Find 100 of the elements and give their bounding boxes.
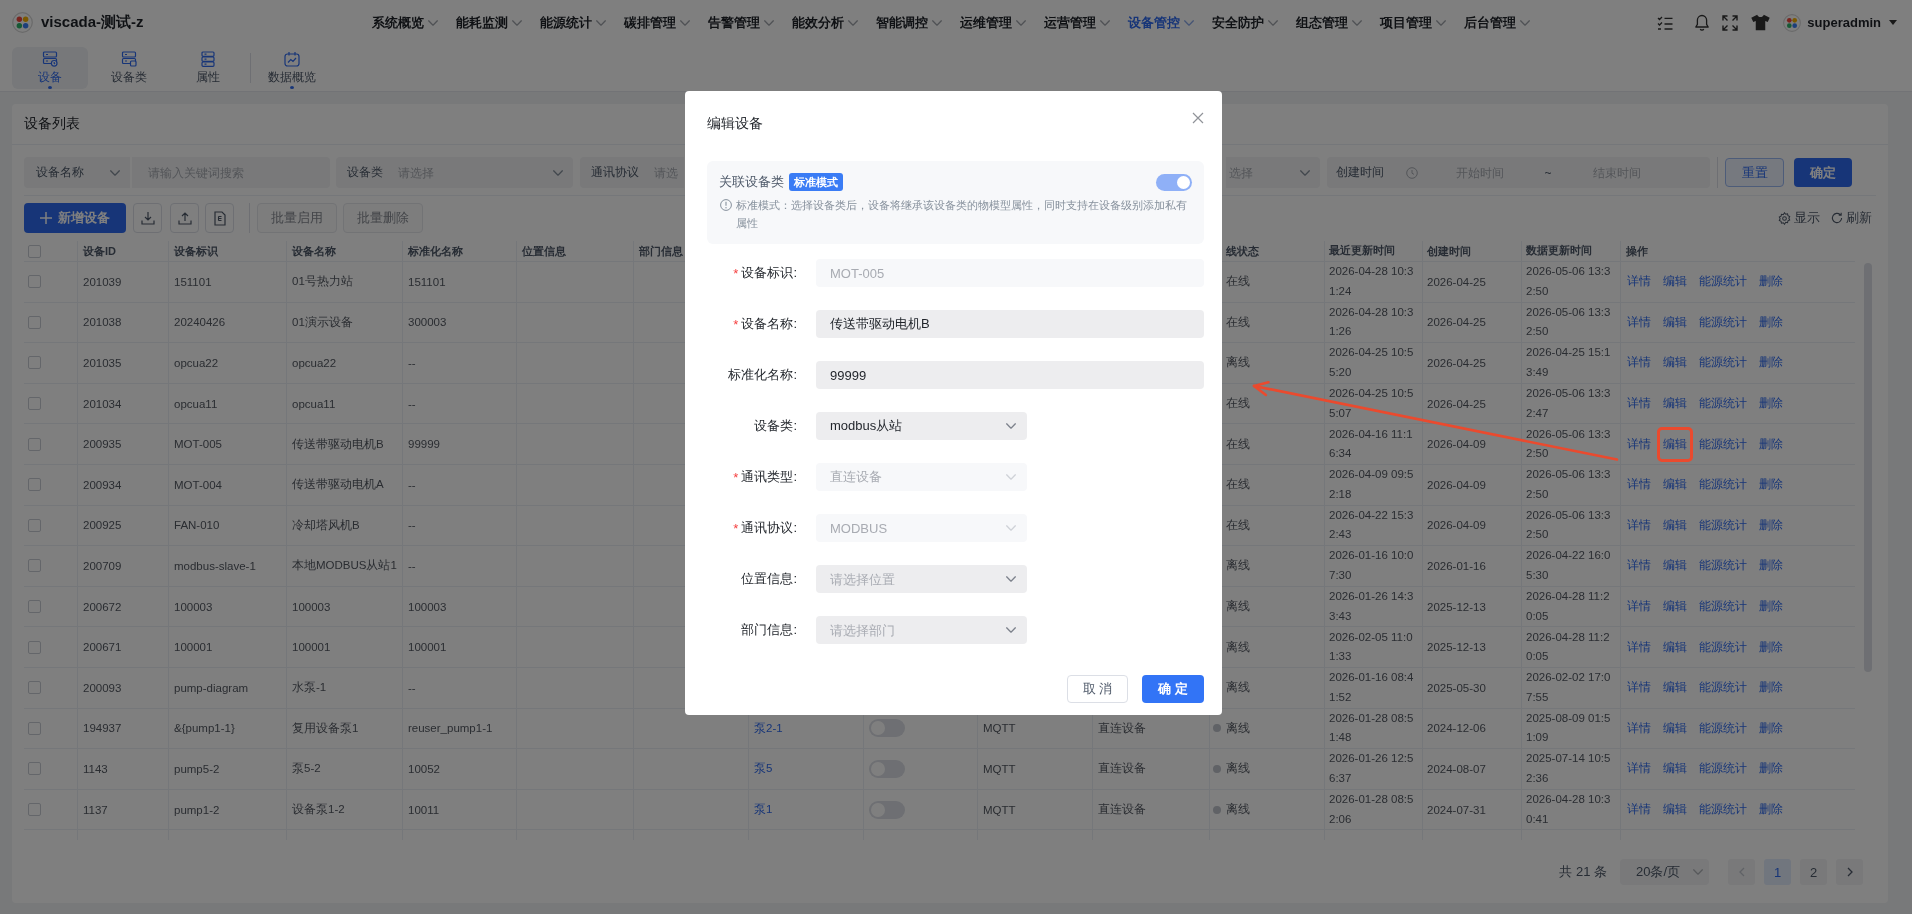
action-link[interactable]: 删除 bbox=[1753, 670, 1789, 706]
nav-menu-item[interactable]: 后台管理 bbox=[1455, 0, 1539, 45]
action-link[interactable]: 详情 bbox=[1621, 792, 1657, 827]
action-link[interactable]: 详情 bbox=[1621, 751, 1657, 787]
action-link[interactable]: 编辑 bbox=[1657, 589, 1693, 625]
action-link[interactable]: 详情 bbox=[1621, 386, 1657, 422]
action-link[interactable]: 删除 bbox=[1753, 751, 1789, 787]
dialog-button[interactable]: 确 定 bbox=[1142, 675, 1204, 703]
action-link[interactable]: 能源统计 bbox=[1693, 792, 1753, 827]
action-link[interactable]: 详情 bbox=[1621, 264, 1657, 300]
action-link[interactable]: 删除 bbox=[1753, 589, 1789, 625]
action-link[interactable]: 能源统计 bbox=[1693, 589, 1753, 625]
download-button[interactable] bbox=[133, 203, 162, 233]
nav-menu-item[interactable]: 组态管理 bbox=[1287, 0, 1371, 45]
nav-menu-item[interactable]: 系统概览 bbox=[363, 0, 447, 45]
table-tool-link[interactable]: 刷新 bbox=[1831, 209, 1872, 227]
close-icon[interactable] bbox=[1192, 112, 1204, 124]
add-button[interactable]: 新增设备 bbox=[24, 203, 126, 233]
action-link[interactable]: 编辑 bbox=[1657, 751, 1693, 787]
action-link[interactable]: 编辑 bbox=[1657, 426, 1693, 462]
device-class-link[interactable]: 泵2-1 bbox=[754, 720, 783, 736]
action-link[interactable]: 能源统计 bbox=[1693, 710, 1753, 746]
action-link[interactable]: 删除 bbox=[1753, 264, 1789, 300]
filter-button[interactable]: 确定 bbox=[1794, 158, 1852, 187]
filter-button[interactable]: 重置 bbox=[1725, 158, 1784, 187]
table-tool-link[interactable]: 显示 bbox=[1778, 209, 1820, 227]
checkbox[interactable] bbox=[28, 315, 41, 329]
action-link[interactable]: 能源统计 bbox=[1693, 345, 1753, 381]
action-link[interactable]: 删除 bbox=[1753, 467, 1789, 503]
action-link[interactable]: 编辑 bbox=[1657, 467, 1693, 503]
action-link[interactable]: 删除 bbox=[1753, 548, 1789, 584]
action-link[interactable]: 编辑 bbox=[1657, 507, 1693, 543]
checkbox[interactable] bbox=[28, 559, 41, 573]
text-field[interactable]: 99999 bbox=[816, 361, 1204, 389]
document-button[interactable] bbox=[205, 203, 234, 233]
next-page-button[interactable] bbox=[1836, 859, 1863, 885]
subnav-tab[interactable]: 数据概览 bbox=[254, 47, 330, 89]
subnav-tab[interactable]: 属性 bbox=[170, 47, 246, 89]
action-link[interactable]: 编辑 bbox=[1657, 710, 1693, 746]
page-button[interactable]: 1 bbox=[1764, 859, 1791, 885]
user-menu[interactable]: superadmin bbox=[1783, 13, 1897, 32]
device-class-link[interactable]: 泵5 bbox=[754, 761, 773, 777]
checkbox[interactable] bbox=[28, 762, 41, 776]
action-link[interactable]: 能源统计 bbox=[1693, 629, 1753, 665]
action-link[interactable]: 编辑 bbox=[1657, 629, 1693, 665]
checkbox[interactable] bbox=[28, 478, 41, 492]
checkbox[interactable] bbox=[28, 600, 41, 614]
action-link[interactable]: 编辑 bbox=[1657, 548, 1693, 584]
nav-menu-item[interactable]: 碳排管理 bbox=[615, 0, 699, 45]
action-link[interactable]: 删除 bbox=[1753, 710, 1789, 746]
action-link[interactable]: 删除 bbox=[1753, 386, 1789, 422]
action-link[interactable]: 详情 bbox=[1621, 670, 1657, 706]
action-link[interactable]: 详情 bbox=[1621, 629, 1657, 665]
action-link[interactable]: 删除 bbox=[1753, 507, 1789, 543]
page-size-select[interactable]: 20条/页 bbox=[1620, 859, 1709, 885]
action-link[interactable]: 能源统计 bbox=[1693, 386, 1753, 422]
action-link[interactable]: 删除 bbox=[1753, 304, 1789, 340]
checkbox[interactable] bbox=[28, 721, 41, 735]
subnav-tab[interactable]: 设备 bbox=[12, 47, 88, 89]
action-link[interactable]: 能源统计 bbox=[1693, 751, 1753, 787]
action-link[interactable]: 能源统计 bbox=[1693, 467, 1753, 503]
action-link[interactable]: 详情 bbox=[1621, 426, 1657, 462]
action-link[interactable]: 删除 bbox=[1753, 792, 1789, 827]
upload-button[interactable] bbox=[170, 203, 199, 233]
text-field[interactable]: 传送带驱动电机B bbox=[816, 310, 1204, 338]
nav-menu-item[interactable]: 能源统计 bbox=[531, 0, 615, 45]
filter-select[interactable]: 设备名称 bbox=[24, 157, 130, 188]
action-link[interactable]: 能源统计 bbox=[1693, 548, 1753, 584]
fullscreen-icon[interactable] bbox=[1722, 14, 1739, 31]
action-link[interactable]: 能源统计 bbox=[1693, 507, 1753, 543]
checkbox[interactable] bbox=[28, 803, 41, 816]
page-button[interactable]: 2 bbox=[1800, 859, 1827, 885]
checkbox[interactable] bbox=[28, 397, 41, 411]
action-link[interactable]: 删除 bbox=[1753, 345, 1789, 381]
action-link[interactable]: 编辑 bbox=[1657, 345, 1693, 381]
action-link[interactable]: 详情 bbox=[1621, 710, 1657, 746]
action-link[interactable]: 详情 bbox=[1621, 467, 1657, 503]
action-link[interactable]: 能源统计 bbox=[1693, 426, 1753, 462]
nav-menu-item[interactable]: 运营管理 bbox=[1035, 0, 1119, 45]
checklist-icon[interactable] bbox=[1657, 14, 1674, 31]
nav-menu-item[interactable]: 能效分析 bbox=[783, 0, 867, 45]
action-link[interactable]: 删除 bbox=[1753, 629, 1789, 665]
action-link[interactable]: 详情 bbox=[1621, 507, 1657, 543]
action-link[interactable]: 详情 bbox=[1621, 548, 1657, 584]
select-field[interactable]: 请选择位置 bbox=[816, 565, 1027, 593]
action-link[interactable]: 能源统计 bbox=[1693, 670, 1753, 706]
checkbox[interactable] bbox=[28, 437, 41, 451]
action-link[interactable]: 编辑 bbox=[1657, 792, 1693, 827]
nav-menu-item[interactable]: 项目管理 bbox=[1371, 0, 1455, 45]
t-shirt-icon[interactable] bbox=[1751, 14, 1771, 31]
device-class-link[interactable]: 泵1 bbox=[754, 802, 773, 817]
checkbox[interactable] bbox=[28, 244, 41, 258]
nav-menu-item[interactable]: 安全防护 bbox=[1203, 0, 1287, 45]
action-link[interactable]: 详情 bbox=[1621, 304, 1657, 340]
nav-menu-item[interactable]: 智能调控 bbox=[867, 0, 951, 45]
action-link[interactable]: 能源统计 bbox=[1693, 304, 1753, 340]
action-link[interactable]: 编辑 bbox=[1657, 264, 1693, 300]
checkbox[interactable] bbox=[28, 275, 41, 289]
checkbox[interactable] bbox=[28, 518, 41, 532]
subnav-tab[interactable]: 设备类 bbox=[91, 47, 167, 89]
